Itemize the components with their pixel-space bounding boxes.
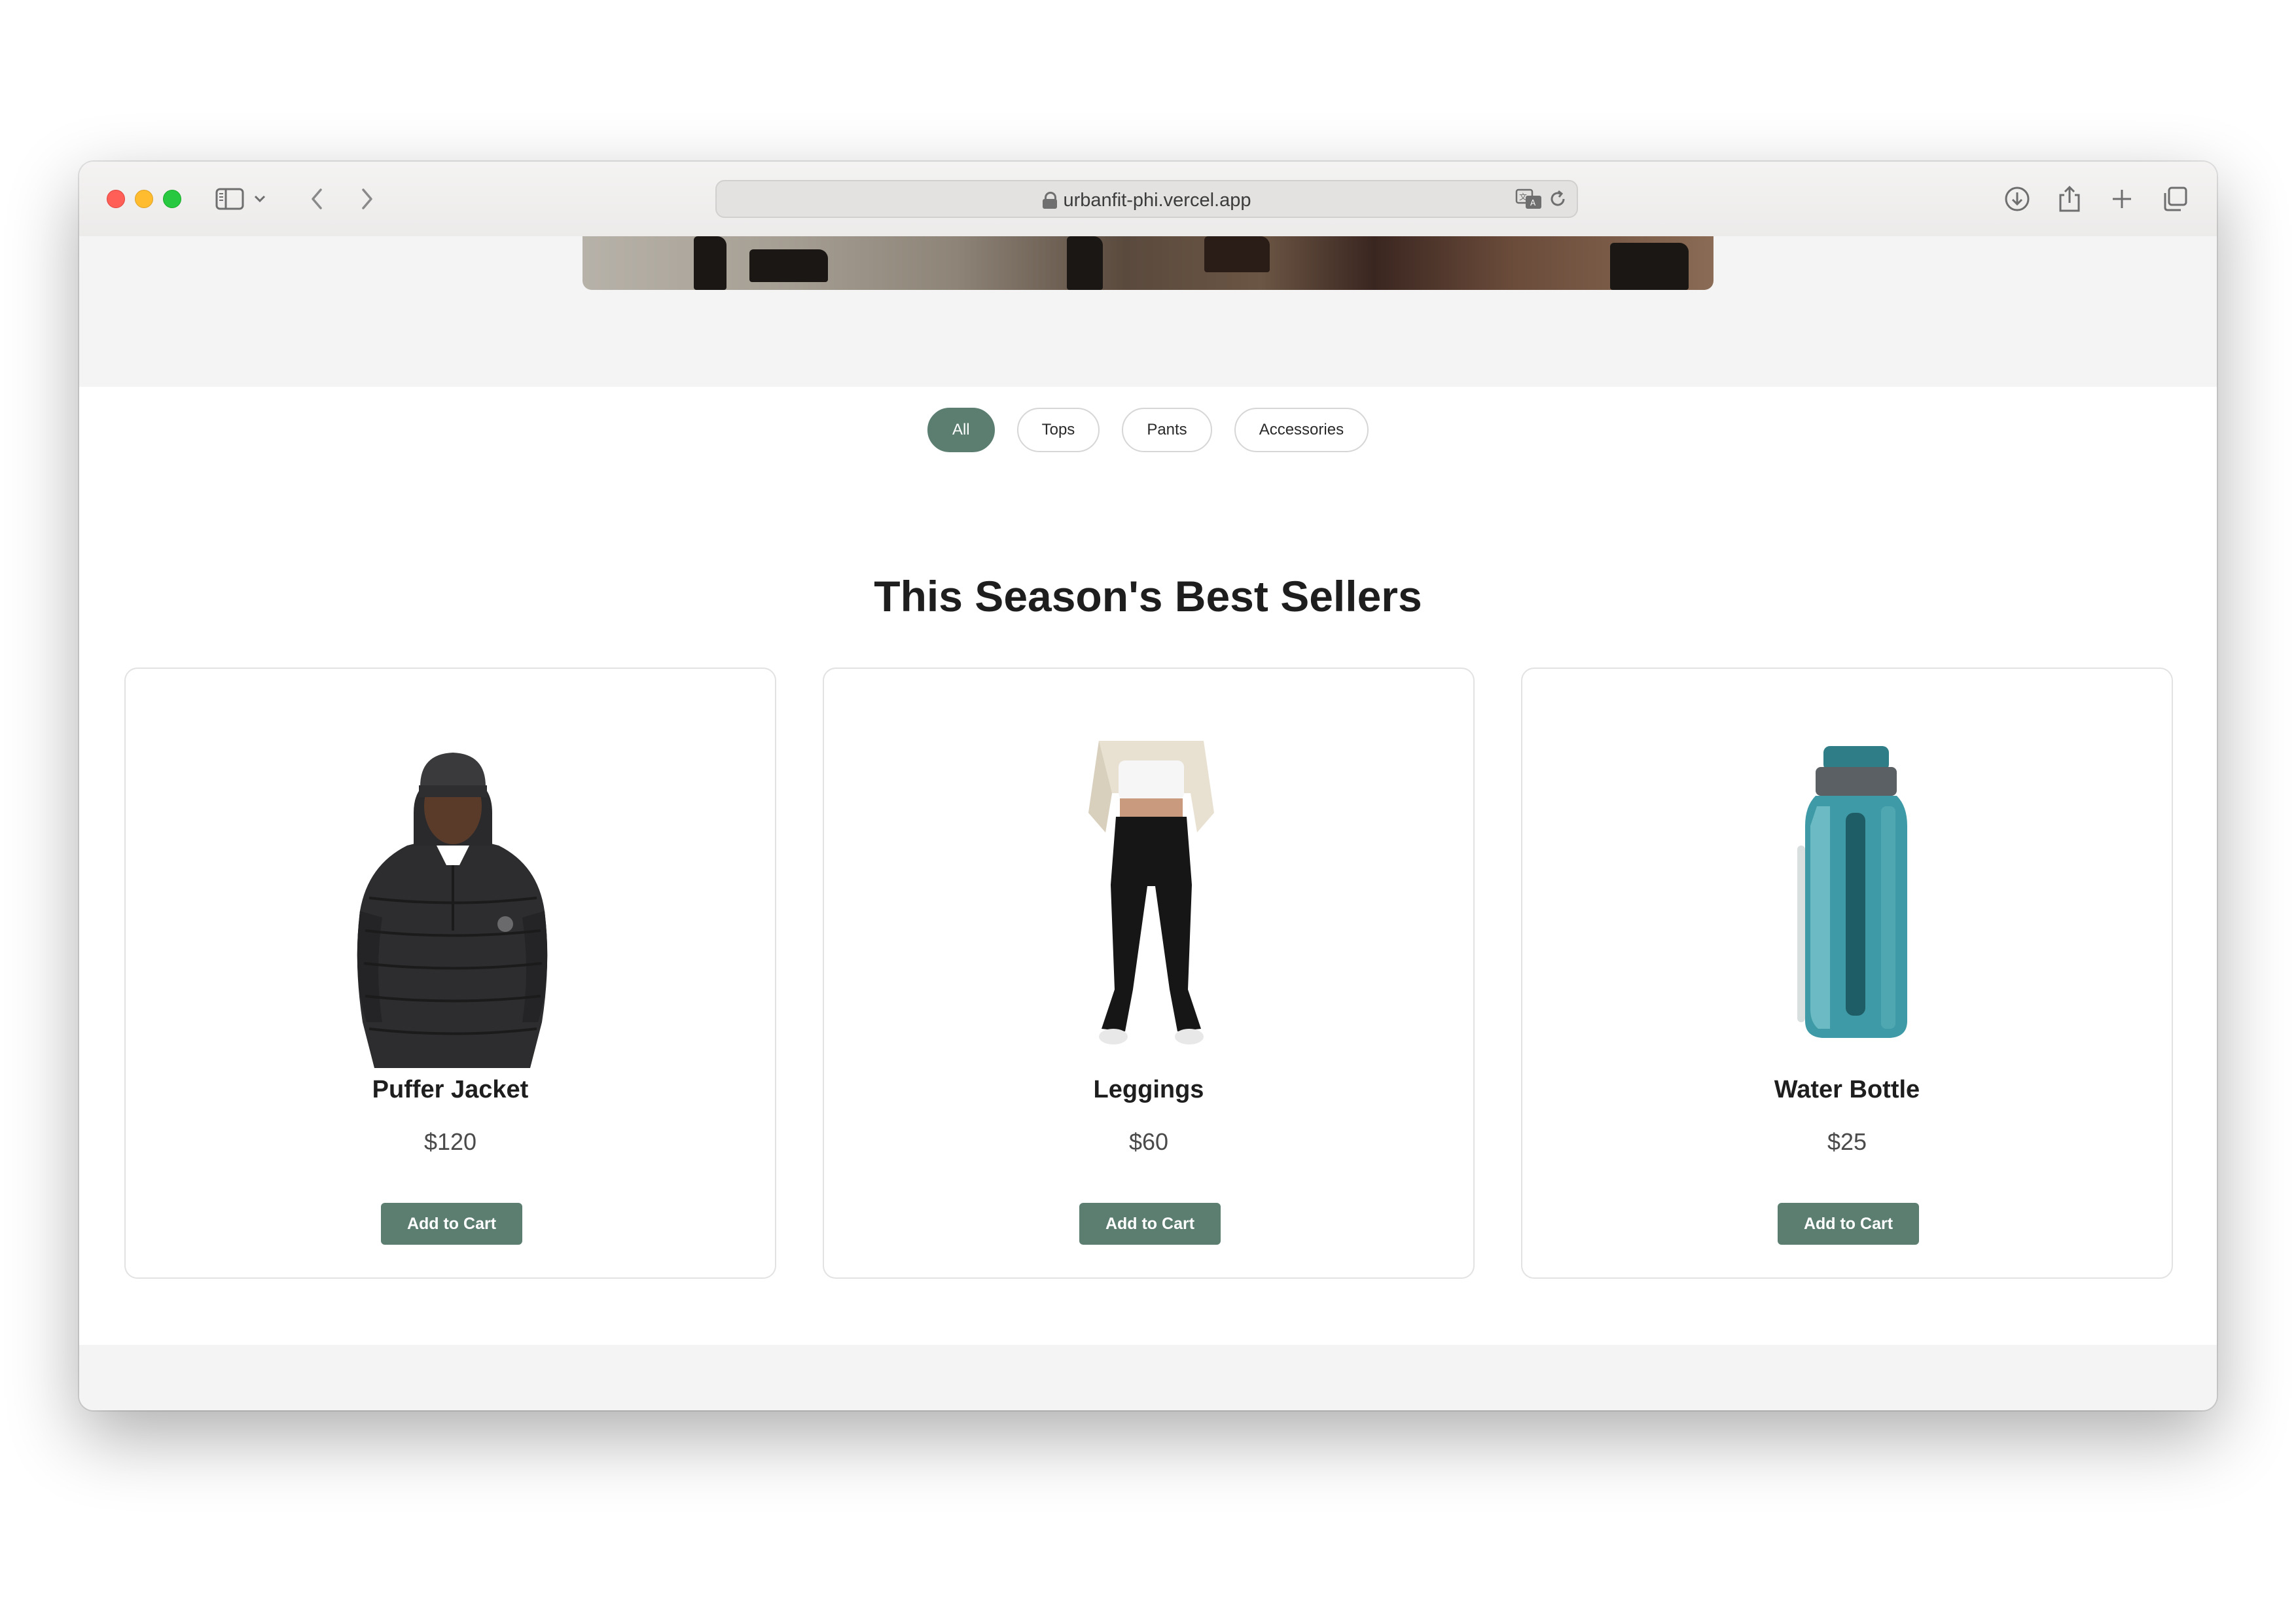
category-filters: All Tops Pants Accessories — [79, 408, 2217, 452]
browser-window: urbanfit-phi.vercel.app 文A All Tops Pant… — [79, 162, 2217, 1410]
new-tab-icon[interactable] — [2104, 181, 2140, 217]
add-to-cart-button[interactable]: Add to Cart — [1778, 1203, 1919, 1245]
minimize-window-button[interactable] — [135, 190, 153, 208]
back-icon[interactable] — [299, 181, 334, 217]
url-text: urbanfit-phi.vercel.app — [1063, 189, 1251, 211]
svg-text:文: 文 — [1519, 192, 1527, 202]
page-content: All Tops Pants Accessories This Season's… — [79, 236, 2217, 1410]
translate-icon[interactable]: 文A — [1513, 183, 1545, 215]
product-grid: Puffer Jacket $120 Add to Cart Leggings … — [124, 668, 2173, 1280]
product-name: Water Bottle — [1774, 1076, 1920, 1103]
product-card-leggings: Leggings $60 Add to Cart — [823, 668, 1475, 1279]
address-bar[interactable]: urbanfit-phi.vercel.app 文A — [715, 180, 1578, 218]
product-card-water-bottle: Water Bottle $25 Add to Cart — [1521, 668, 2173, 1279]
product-name: Puffer Jacket — [372, 1076, 529, 1103]
footer — [79, 1345, 2217, 1410]
product-price: $120 — [423, 1128, 477, 1155]
download-icon[interactable] — [2000, 181, 2035, 217]
product-name: Leggings — [1093, 1076, 1204, 1103]
zoom-window-button[interactable] — [163, 190, 181, 208]
forward-icon[interactable] — [350, 181, 385, 217]
filter-pants[interactable]: Pants — [1122, 408, 1212, 452]
leggings-image — [1088, 741, 1214, 1044]
share-icon[interactable] — [2052, 181, 2087, 217]
browser-toolbar: urbanfit-phi.vercel.app 文A — [79, 162, 2217, 238]
section-title: This Season's Best Sellers — [874, 572, 1422, 620]
product-price: $25 — [1827, 1128, 1867, 1155]
product-card-puffer-jacket: Puffer Jacket $120 Add to Cart — [124, 668, 776, 1279]
lock-icon — [1042, 192, 1057, 209]
sidebar-icon[interactable] — [212, 181, 247, 217]
add-to-cart-button[interactable]: Add to Cart — [381, 1203, 522, 1245]
close-window-button[interactable] — [107, 190, 125, 208]
filter-accessories[interactable]: Accessories — [1234, 408, 1369, 452]
filter-tops[interactable]: Tops — [1016, 408, 1100, 452]
product-price: $60 — [1128, 1128, 1169, 1155]
svg-text:A: A — [1530, 198, 1536, 207]
puffer-jacket-image — [357, 753, 548, 1068]
chevron-down-icon[interactable] — [247, 181, 273, 217]
tabs-overview-icon[interactable] — [2157, 181, 2193, 217]
filter-all[interactable]: All — [927, 408, 995, 452]
hero-image — [583, 236, 1713, 290]
reload-icon[interactable] — [1541, 183, 1574, 215]
water-bottle-image — [1797, 746, 1907, 1038]
hero-section — [79, 236, 2217, 387]
add-to-cart-button[interactable]: Add to Cart — [1079, 1203, 1221, 1245]
